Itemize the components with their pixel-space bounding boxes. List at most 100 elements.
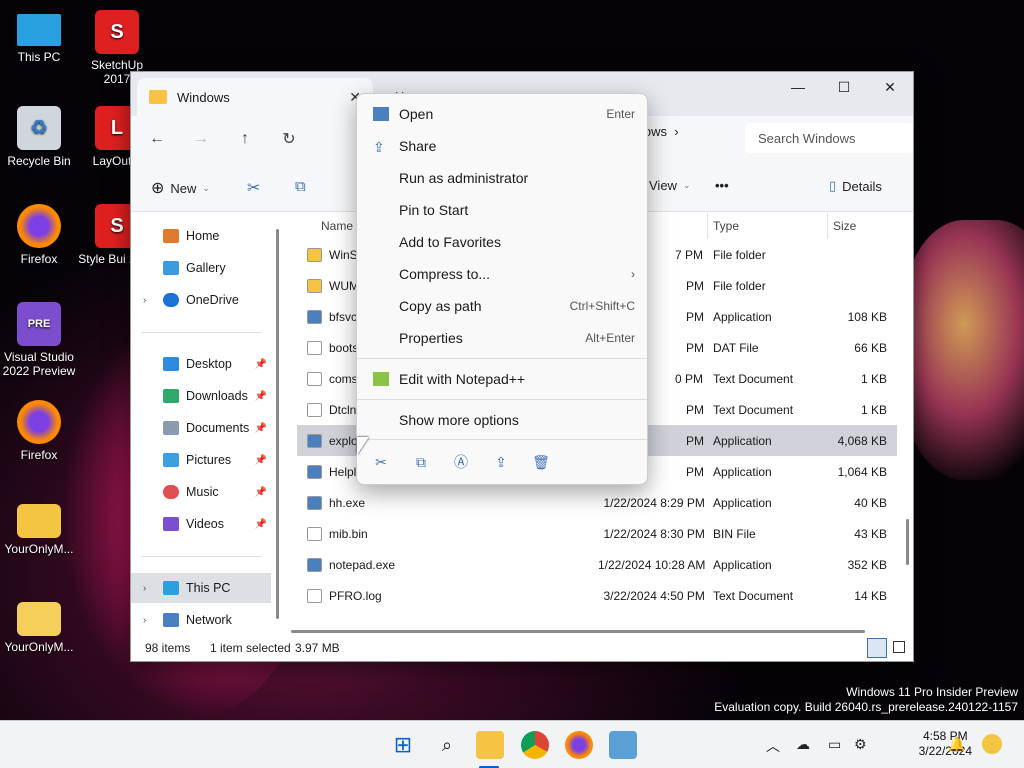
- table-row[interactable]: notepad.exe 1/22/2024 10:28 AM Application…: [297, 549, 897, 580]
- desktop-icon-label: YourOnlyM...: [4, 640, 74, 654]
- desktop-icon-folder[interactable]: YourOnlyM...: [0, 596, 78, 654]
- menu-item-add-to-favorites[interactable]: Add to Favorites: [361, 227, 645, 257]
- cell-date: 1/22/2024 10:28 AM: [598, 558, 706, 572]
- up-arrow-icon[interactable]: ↑: [223, 130, 267, 148]
- cut-icon[interactable]: ✂: [371, 452, 391, 472]
- cell-name: boots: [329, 341, 359, 355]
- table-row[interactable]: hh.exe 1/22/2024 8:29 PM Application 40 KB: [297, 487, 897, 518]
- menu-item-shortcut: Alt+Enter: [585, 331, 635, 345]
- column-header-size[interactable]: Size: [833, 219, 856, 233]
- sidebar-item-home[interactable]: Home: [131, 221, 271, 251]
- cell-name: hh.exe: [329, 496, 366, 510]
- chevron-up-icon[interactable]: ︿: [766, 736, 780, 756]
- sidebar-item-downloads[interactable]: Downloads 📌: [131, 381, 271, 411]
- menu-item-compress-to[interactable]: Compress to... ›: [361, 259, 645, 289]
- menu-item-run-as-admin[interactable]: Run as administrator: [361, 163, 645, 193]
- copy-icon[interactable]: ⧉: [295, 178, 306, 195]
- details-pane-button[interactable]: ▯ Details: [829, 178, 882, 194]
- tab-windows[interactable]: Windows ✕: [137, 78, 373, 116]
- display-icon[interactable]: ▭: [828, 736, 841, 753]
- sidebar-item-documents[interactable]: Documents 📌: [131, 413, 271, 443]
- new-button[interactable]: ⊕ New ⌄: [151, 178, 210, 198]
- desktop-icon-this-pc[interactable]: This PC: [0, 10, 78, 64]
- tiles-view-icon[interactable]: [893, 641, 905, 653]
- windows-start-icon[interactable]: ⊞: [389, 731, 417, 759]
- settings-icon[interactable]: ⚙: [854, 736, 867, 753]
- column-header-type[interactable]: Type: [713, 219, 739, 233]
- menu-item-copy-as-path[interactable]: Copy as path Ctrl+Shift+C: [361, 291, 645, 321]
- details-label: Details: [842, 178, 882, 194]
- cell-name: Dtcln: [329, 403, 357, 417]
- sidebar-item-pictures[interactable]: Pictures 📌: [131, 445, 271, 475]
- sidebar-item-videos[interactable]: Videos 📌: [131, 509, 271, 539]
- minimize-icon[interactable]: —: [775, 72, 821, 102]
- taskbar: ⊞ ⌕ ︿ ☁ ▭ ⚙ 4:58 PM 3/22/2024 🔔: [0, 720, 1024, 768]
- close-icon[interactable]: ✕: [867, 72, 913, 102]
- search-input[interactable]: Search Windows: [745, 123, 913, 153]
- remote-desktop-icon[interactable]: [609, 731, 637, 759]
- desktop-icon-visual-studio[interactable]: PRE Visual Studio 2022 Preview: [0, 302, 78, 378]
- back-arrow-icon[interactable]: ←: [135, 130, 179, 148]
- cell-type: Application: [713, 496, 772, 510]
- view-button[interactable]: View ⌄: [649, 178, 691, 193]
- menu-item-properties[interactable]: Properties Alt+Enter: [361, 323, 645, 353]
- more-options-icon[interactable]: •••: [715, 178, 729, 193]
- menu-item-show-more-options[interactable]: Show more options: [361, 405, 645, 435]
- details-view-icon[interactable]: [867, 638, 887, 658]
- desktop-icon-firefox[interactable]: Firefox: [0, 400, 78, 462]
- desktop-icon-firefox[interactable]: Firefox: [0, 204, 78, 266]
- chevron-right-icon[interactable]: ›: [143, 583, 146, 594]
- cell-date: 3/22/2024 4:50 PM: [603, 589, 705, 603]
- menu-item-label: Run as administrator: [399, 170, 529, 186]
- onedrive-offline-icon[interactable]: ☁: [796, 736, 810, 753]
- rename-icon[interactable]: Ⓐ: [451, 452, 471, 472]
- file-icon: [307, 310, 322, 324]
- file-icon: [307, 589, 322, 603]
- horizontal-scrollbar[interactable]: [291, 630, 865, 633]
- desktop-icon-recycle-bin[interactable]: ♻ Recycle Bin: [0, 106, 78, 168]
- search-icon[interactable]: ⌕: [433, 731, 461, 759]
- column-header-name[interactable]: Name: [321, 219, 353, 233]
- firefox-icon[interactable]: [565, 731, 593, 759]
- sidebar-item-label: Desktop: [186, 357, 232, 371]
- forward-arrow-icon[interactable]: →: [179, 130, 223, 148]
- copy-icon[interactable]: ⧉: [411, 452, 431, 472]
- folder-icon: [149, 90, 167, 104]
- refresh-icon[interactable]: ↻: [267, 129, 311, 149]
- table-row[interactable]: mib.bin 1/22/2024 8:30 PM BIN File 43 KB: [297, 518, 897, 549]
- menu-item-label: Open: [399, 106, 434, 122]
- cut-icon[interactable]: ✂: [247, 178, 260, 198]
- gallery-icon: [163, 261, 179, 275]
- sidebar-item-gallery[interactable]: Gallery: [131, 253, 271, 283]
- chevron-right-icon[interactable]: ›: [143, 295, 146, 306]
- maximize-icon[interactable]: ☐: [821, 72, 867, 102]
- vertical-scrollbar[interactable]: [906, 519, 909, 565]
- chevron-right-icon[interactable]: ›: [143, 615, 146, 626]
- menu-item-pin-to-start[interactable]: Pin to Start: [361, 195, 645, 225]
- cell-size: 1 KB: [860, 372, 887, 386]
- share-icon[interactable]: ⇪: [491, 452, 511, 472]
- cell-size: 1,064 KB: [837, 465, 887, 479]
- sidebar-item-label: Pictures: [186, 453, 232, 467]
- copilot-preview-icon[interactable]: [982, 734, 1002, 754]
- file-explorer-icon[interactable]: [476, 731, 504, 759]
- menu-item-open[interactable]: Open Enter: [361, 99, 645, 129]
- plus-icon: ⊕: [151, 180, 165, 197]
- sidebar-item-onedrive[interactable]: › OneDrive: [131, 285, 271, 315]
- delete-icon[interactable]: 🗑: [531, 452, 551, 472]
- desktop-icon-zip-folder[interactable]: YourOnlyM...: [0, 498, 78, 556]
- sidebar-scrollbar[interactable]: [276, 229, 279, 619]
- menu-item-share[interactable]: ⇪ Share: [361, 131, 645, 161]
- chrome-icon[interactable]: [521, 731, 549, 759]
- sidebar-item-desktop[interactable]: Desktop 📌: [131, 349, 271, 379]
- cell-type: Application: [713, 310, 772, 324]
- notification-bell-icon[interactable]: 🔔: [948, 736, 965, 753]
- sidebar-item-this-pc[interactable]: › This PC: [131, 573, 271, 603]
- cell-date: 7 PM: [675, 248, 704, 262]
- sidebar-item-network[interactable]: › Network: [131, 605, 271, 635]
- sidebar-item-music[interactable]: Music 📌: [131, 477, 271, 507]
- table-row[interactable]: PFRO.log 3/22/2024 4:50 PM Text Document 14…: [297, 580, 897, 611]
- menu-item-label: Copy as path: [399, 298, 482, 314]
- file-icon: [307, 558, 322, 572]
- menu-item-edit-with-notepadpp[interactable]: Edit with Notepad++: [361, 364, 645, 394]
